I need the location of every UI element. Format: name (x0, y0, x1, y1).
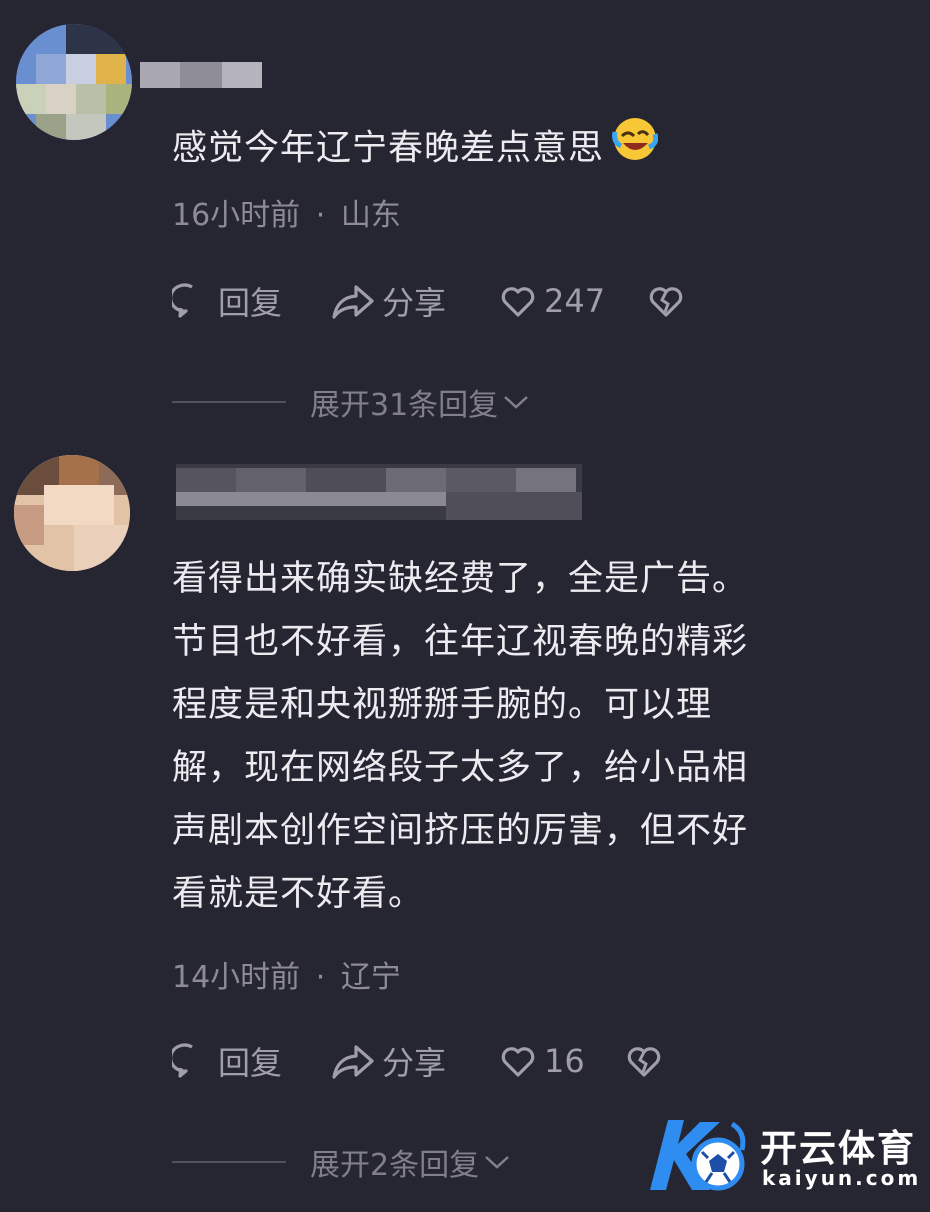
like-button[interactable]: 16 (498, 1036, 585, 1086)
reply-label: 回复 (218, 284, 283, 322)
comment-actions: 回复 分享 16 (172, 1036, 732, 1086)
dislike-button[interactable] (624, 1036, 664, 1086)
comment-2: 看得出来确实缺经费了，全是广告。 节目也不好看，往年辽视春晚的精彩 程度是和央视… (0, 440, 930, 1212)
comment-text-line: 解，现在网络段子太多了，给小品相 (172, 748, 749, 788)
expand-replies-button[interactable]: 展开2条回复 (172, 1142, 511, 1183)
username-blurred[interactable] (140, 62, 262, 88)
crying-laughing-emoji-icon (612, 116, 659, 183)
comment-text: 感觉今年辽宁春晚差点意思 (172, 116, 659, 183)
comment-text-line: 程度是和央视掰掰手腕的。可以理 (172, 685, 713, 725)
comment-bubble-icon (172, 283, 193, 318)
timestamp: 14小时前 (172, 960, 301, 995)
dislike-button[interactable] (646, 276, 686, 326)
meta-separator: · (315, 198, 326, 233)
expand-replies-label: 展开2条回复 (310, 1148, 480, 1183)
comment-meta: 16小时前 · 山东 (172, 190, 401, 234)
timestamp: 16小时前 (172, 198, 301, 233)
heart-icon (501, 1047, 535, 1077)
chevron-down-icon (504, 396, 529, 409)
watermark: 开云体育 kaiyun.com (640, 1112, 930, 1202)
reply-label: 回复 (218, 1044, 283, 1082)
comment-text: 看得出来确实缺经费了，全是广告。 节目也不好看，往年辽视春晚的精彩 程度是和央视… (172, 548, 872, 926)
watermark-url: kaiyun.com (762, 1166, 922, 1190)
comment-1: 感觉今年辽宁春晚差点意思 16小时前 · 山东 回复 分享 247 展开31条回… (0, 0, 930, 440)
location: 山东 (340, 198, 401, 233)
like-count: 16 (544, 1042, 585, 1080)
reply-button[interactable]: 回复 (172, 276, 282, 326)
heart-icon (501, 287, 535, 317)
share-arrow-icon (332, 285, 374, 319)
divider-line (172, 1161, 286, 1163)
chevron-down-icon (485, 1156, 509, 1169)
share-label: 分享 (382, 284, 447, 322)
share-label: 分享 (382, 1044, 447, 1082)
comment-text-line: 节目也不好看，往年辽视春晚的精彩 (172, 622, 749, 662)
user-avatar[interactable] (14, 455, 130, 571)
like-count: 247 (544, 282, 606, 320)
comment-text-line: 看就是不好看。 (172, 874, 425, 914)
meta-separator: · (315, 960, 326, 995)
share-arrow-icon (332, 1045, 374, 1079)
watermark-brand: 开云体育 (760, 1127, 916, 1170)
comment-text-line: 声剧本创作空间挤压的厉害，但不好 (172, 811, 749, 851)
broken-heart-icon (649, 287, 683, 317)
broken-heart-icon (627, 1047, 661, 1077)
expand-replies-label: 展开31条回复 (310, 388, 499, 423)
comment-text-line: 看得出来确实缺经费了，全是广告。 (172, 559, 749, 599)
kaiyun-logo-icon (650, 1120, 746, 1191)
like-button[interactable]: 247 (498, 276, 605, 326)
share-button[interactable]: 分享 (330, 1036, 446, 1086)
divider-line (172, 401, 286, 403)
location: 辽宁 (340, 960, 401, 995)
username-blurred[interactable] (176, 464, 582, 520)
comment-actions: 回复 分享 247 (172, 276, 732, 326)
share-button[interactable]: 分享 (330, 276, 446, 326)
expand-replies-button[interactable]: 展开31条回复 (172, 382, 530, 423)
comment-meta: 14小时前 · 辽宁 (172, 952, 401, 996)
comment-bubble-icon (172, 1043, 193, 1078)
reply-button[interactable]: 回复 (172, 1036, 282, 1086)
user-avatar[interactable] (16, 24, 132, 140)
